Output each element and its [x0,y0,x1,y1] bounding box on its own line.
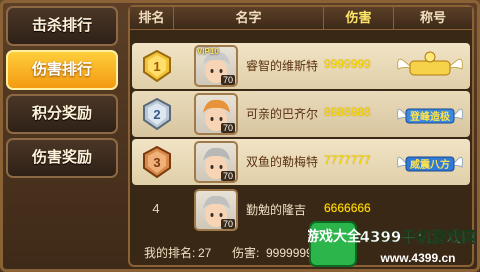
avatar: VIP10 70 [194,45,238,87]
watermark-site: 4399手机游戏网 [360,228,477,246]
header-name: 名字 [174,7,324,29]
header-rank: 排名 [130,7,174,29]
header-title: 称号 [419,10,446,25]
level-badge: 70 [220,123,235,133]
title-badge-icon: 威震八方 [397,156,463,172]
player-damage: 8888888 [324,105,371,119]
player-damage: 7777777 [324,153,371,167]
tab-damage-ranking[interactable]: 伤害排行 [6,50,118,90]
player-damage: 9999999 [324,57,371,71]
my-rank-label: 我的排名: [144,246,196,260]
player-name: 睿智的维斯特 [246,59,319,73]
table-header: 排名 名字 伤害 称号 [130,7,472,30]
avatar: 70 [194,93,238,135]
player-name: 勤勉的隆吉 [246,203,307,217]
level-badge: 70 [220,219,235,229]
vip-badge: VIP10 [197,47,219,56]
rank-number: 4 [152,201,160,216]
silver-medal-icon: 2 [143,98,171,130]
tab-points-reward[interactable]: 积分奖励 [6,94,118,134]
player-damage: 6666666 [324,201,371,215]
player-name: 可亲的巴齐尔 [246,107,319,121]
player-name: 双鱼的勒梅特 [246,155,319,169]
title-badge-text: 登峰造极 [409,110,451,123]
avatar: 70 [194,141,238,183]
medal-rank-number: 1 [153,59,160,74]
header-damage: 伤害 [324,7,394,29]
my-rank-value: 27 [198,246,212,260]
table-row[interactable]: 2 70 可亲的巴齐尔 8888888 登峰造极 [132,91,470,137]
level-badge: 70 [220,171,235,181]
medal-rank-number: 2 [153,107,160,122]
title-badge-text: 威震八方 [410,158,450,171]
gold-medal-icon: 1 [143,50,171,82]
category-tabs: 击杀排行 伤害排行 积分奖励 伤害奖励 [6,6,122,266]
watermark-url: www.4399.cn [380,251,456,265]
my-damage-value: 9999999 [266,246,313,260]
bronze-medal-icon: 3 [143,146,171,178]
avatar: 70 [194,189,238,231]
wing-title-badge-icon [397,51,463,76]
level-badge: 70 [220,75,235,85]
my-damage-label: 伤害: [232,246,260,260]
medal-rank-number: 3 [153,155,160,170]
table-row[interactable]: 1 VIP10 70 睿智的维斯特 9999999 [132,43,470,89]
table-row[interactable]: 3 70 双鱼的勒梅特 7777777 威震八方 [132,139,470,185]
tab-damage-reward[interactable]: 伤害奖励 [6,138,118,178]
watermark-brand: 游戏大全 [308,228,362,245]
watermark-logo: 游戏大全 4399手机游戏网 www.4399.cn [308,221,477,267]
tab-kill-ranking[interactable]: 击杀排行 [6,6,118,46]
title-badge-icon: 登峰造极 [397,108,463,124]
